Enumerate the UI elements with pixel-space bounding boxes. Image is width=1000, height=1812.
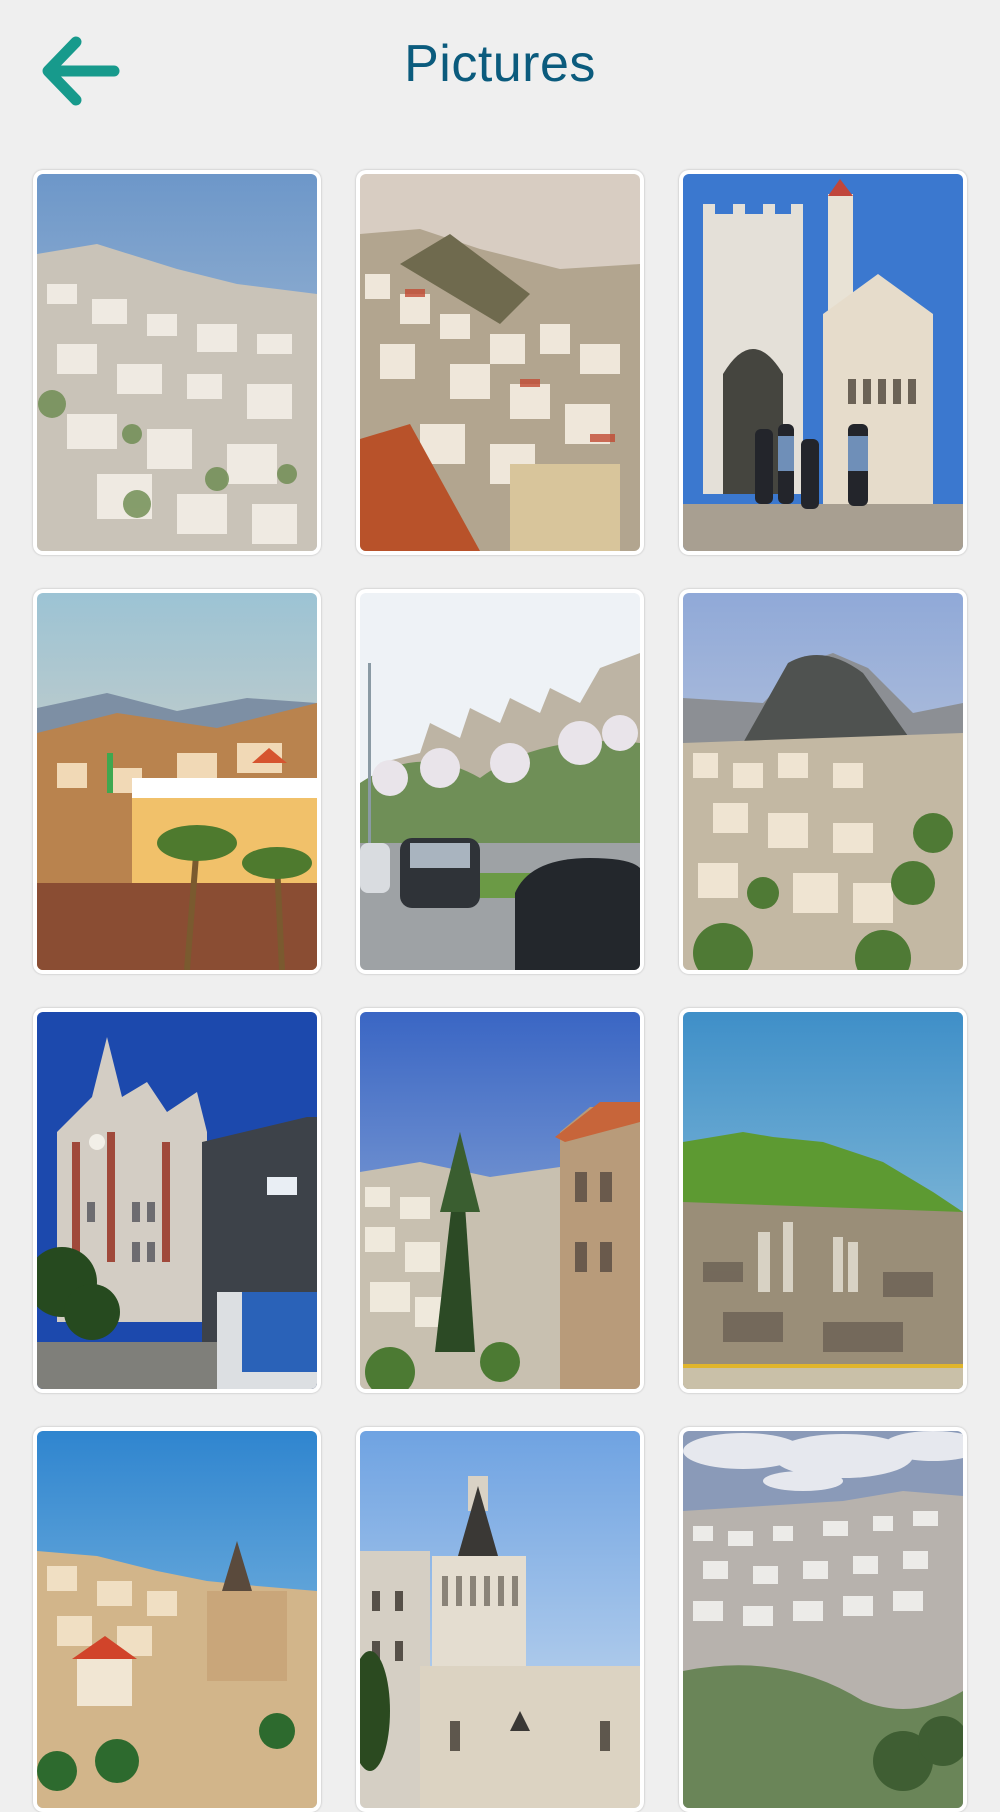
photo-tile[interactable] <box>356 170 644 555</box>
church-plaza-photo <box>683 174 963 551</box>
photo-tile[interactable] <box>33 1008 321 1393</box>
photo-tile[interactable] <box>33 1427 321 1812</box>
app-header: Pictures <box>0 0 1000 140</box>
church-tower-photo <box>37 1012 317 1389</box>
hill-city-rooftops-photo <box>360 174 640 551</box>
photo-tile[interactable] <box>33 170 321 555</box>
photo-tile[interactable] <box>679 589 967 974</box>
mountain-town-photo <box>683 593 963 970</box>
photo-tile[interactable] <box>356 1427 644 1812</box>
basilica-town-photo <box>37 1431 317 1808</box>
street-cars-photo <box>360 593 640 970</box>
city-panorama-photo <box>683 1431 963 1808</box>
photo-tile[interactable] <box>33 589 321 974</box>
town-sunset-palms-photo <box>37 593 317 970</box>
photo-tile[interactable] <box>679 1427 967 1812</box>
photo-tile[interactable] <box>679 170 967 555</box>
photo-tile[interactable] <box>356 1008 644 1393</box>
basilica-dome-photo <box>360 1431 640 1808</box>
ruins-hill-photo <box>683 1012 963 1389</box>
hillside-town-photo <box>37 174 317 551</box>
photo-tile[interactable] <box>356 589 644 974</box>
city-view-tree-photo <box>360 1012 640 1389</box>
page-title: Pictures <box>404 35 596 93</box>
photo-tile[interactable] <box>679 1008 967 1393</box>
